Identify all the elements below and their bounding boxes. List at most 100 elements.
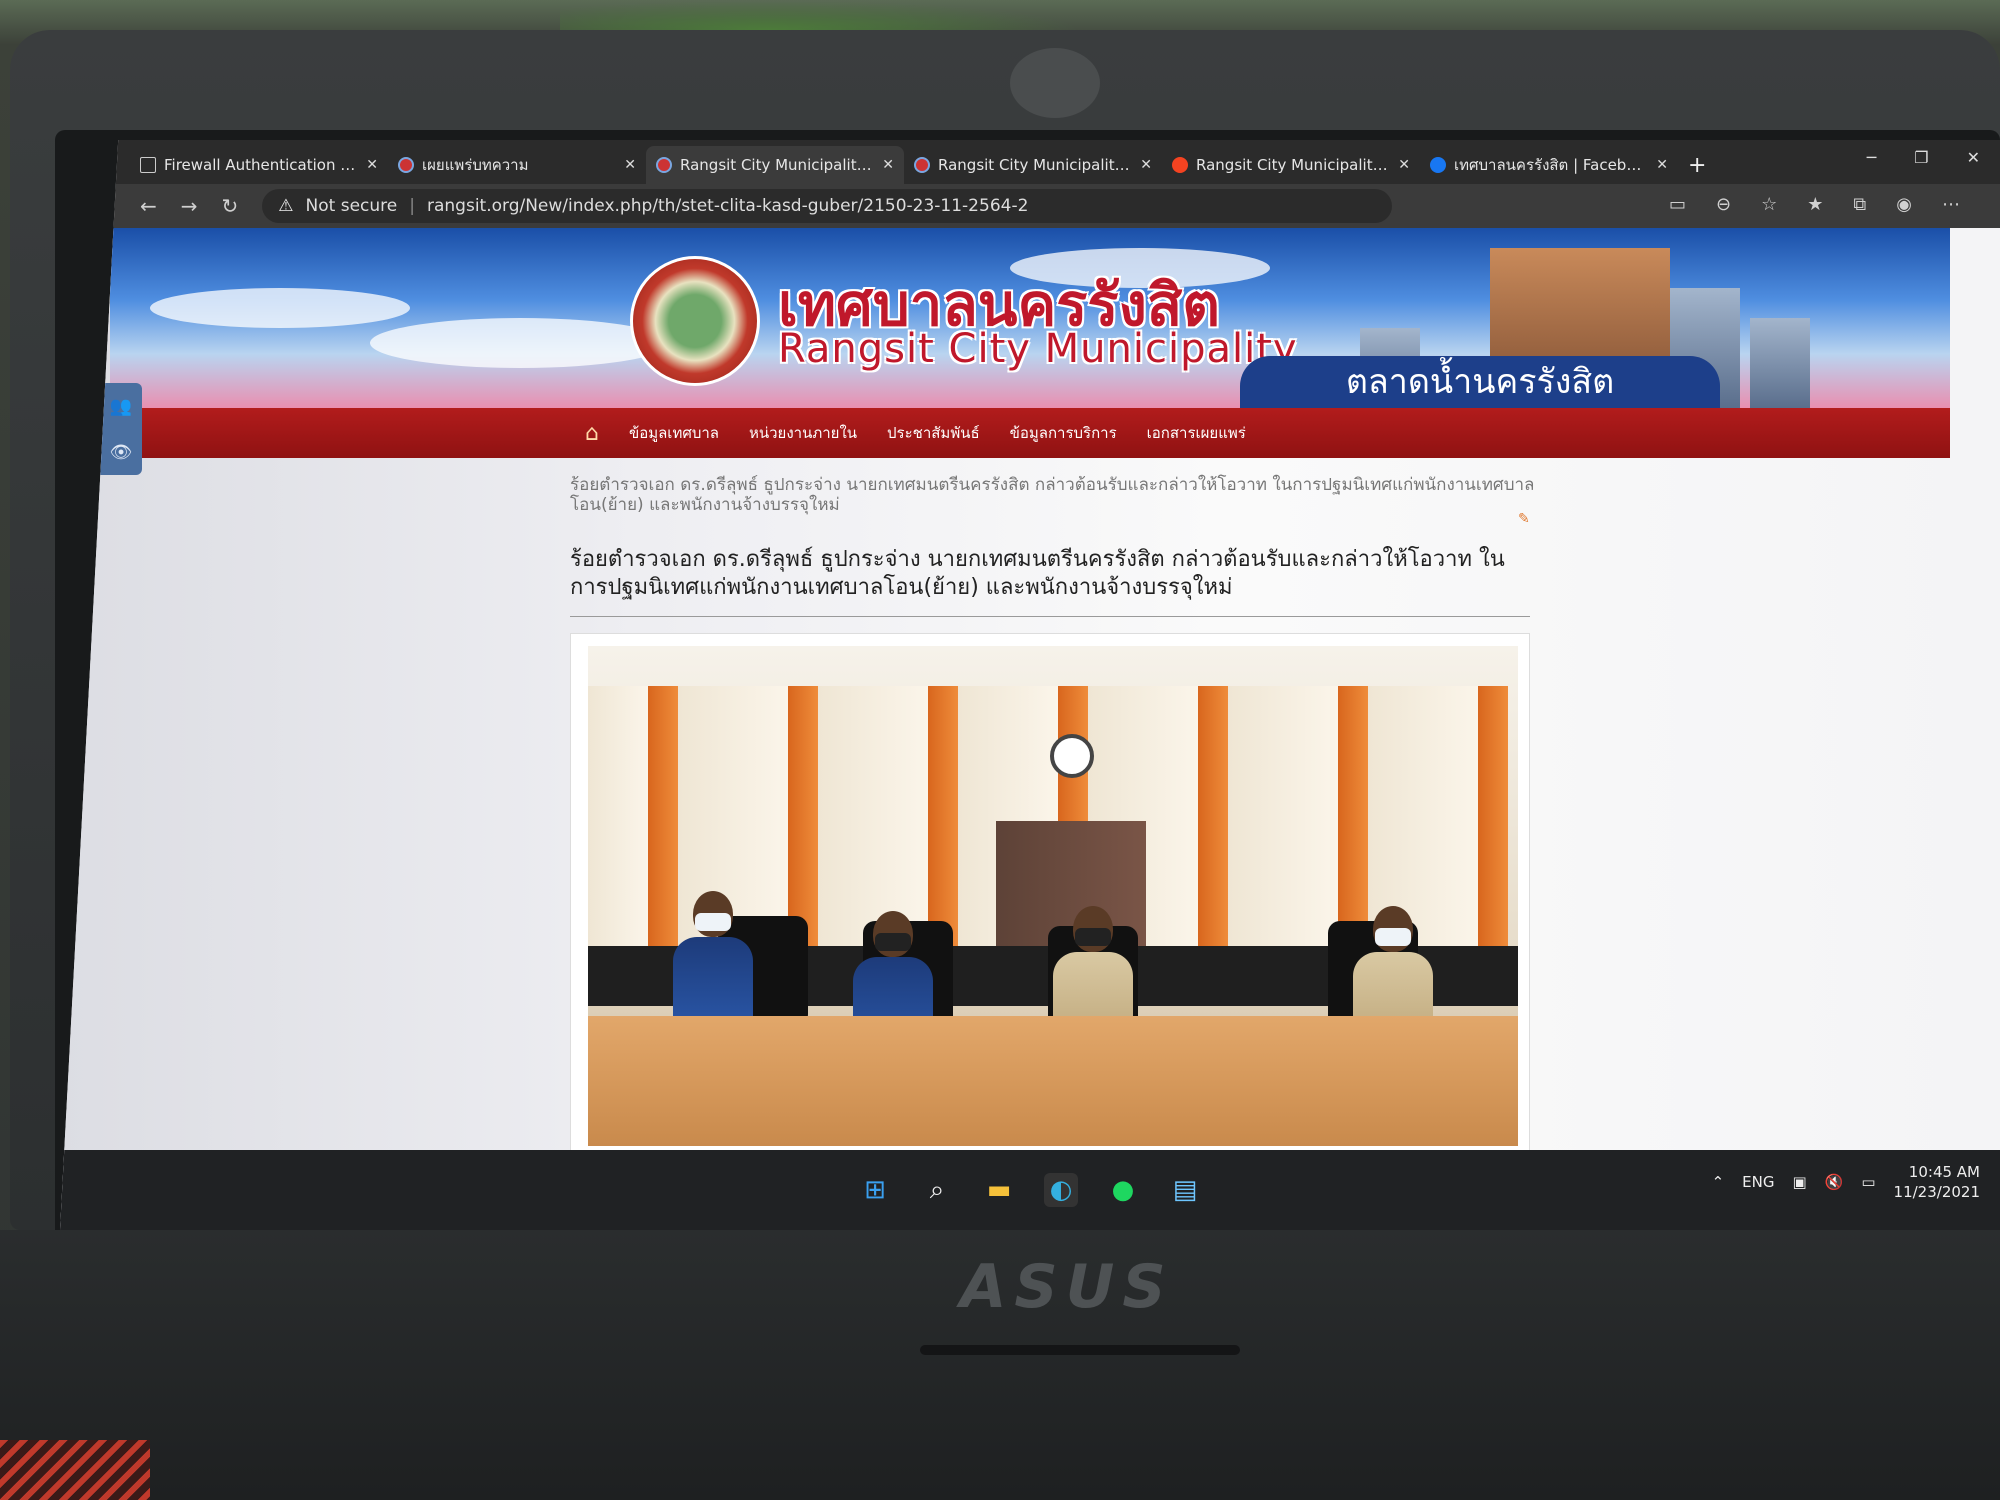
home-icon[interactable]: ⌂	[585, 421, 599, 446]
site-header-banner: เทศบาลนครรังสิต Rangsit City Municipalit…	[110, 228, 1950, 408]
facebook-icon	[1430, 157, 1446, 173]
spotify-icon[interactable]: ●	[1106, 1173, 1140, 1207]
web-page: เทศบาลนครรังสิต Rangsit City Municipalit…	[60, 228, 2000, 1230]
collections-icon[interactable]: ⧉	[1853, 194, 1866, 215]
back-icon[interactable]: ←	[140, 194, 157, 218]
article-photo[interactable]	[588, 646, 1518, 1146]
volume-muted-icon[interactable]: 🔇	[1825, 1173, 1844, 1191]
banner-cloud	[370, 318, 670, 368]
close-tab-icon[interactable]: ✕	[1140, 157, 1152, 173]
system-tray: ⌃ ENG ▣ 🔇 ▭ 10:45 AM 11/23/2021	[1712, 1162, 1980, 1202]
wall-panel	[1228, 686, 1338, 946]
background-plant	[560, 0, 1080, 30]
banner-cloud	[150, 288, 410, 328]
joomla-icon	[1172, 157, 1188, 173]
site-title-english[interactable]: Rangsit City Municipality	[778, 326, 1298, 372]
eye-icon[interactable]: 👁	[110, 442, 133, 463]
wall-pillar	[1198, 686, 1228, 946]
wall-pillar	[928, 686, 958, 946]
reader-mode-icon[interactable]: ▭	[1669, 194, 1686, 215]
tab-title: เทศบาลนครรังสิต | Facebook	[1454, 156, 1649, 174]
laptop-hinge	[920, 1345, 1240, 1355]
security-label[interactable]: Not secure	[306, 196, 398, 216]
nav-item-municipality-info[interactable]: ข้อมูลเทศบาล	[629, 421, 719, 445]
edge-icon[interactable]: ◐	[1044, 1173, 1078, 1207]
more-menu-icon[interactable]: ⋯	[1942, 194, 1960, 215]
brand-logo: ASUS	[960, 1252, 1174, 1322]
site-logo-icon	[656, 157, 672, 173]
restore-icon[interactable]: ❐	[1914, 148, 1928, 167]
tab-title: Rangsit City Municipality - A	[1196, 156, 1391, 174]
browser-tab-bar: Firewall Authentication Kee ✕ เผยแพร่บทค…	[60, 140, 2000, 184]
browser-tab[interactable]: Rangsit City Municipality - A ✕	[1162, 146, 1420, 184]
photo-of-laptop: Firewall Authentication Kee ✕ เผยแพร่บทค…	[0, 0, 2000, 1500]
refresh-icon[interactable]: ↻	[222, 194, 239, 218]
address-bar[interactable]: ⚠ Not secure | rangsit.org/New/index.php…	[262, 189, 1393, 223]
laptop-screen: Firewall Authentication Kee ✕ เผยแพร่บทค…	[60, 140, 2000, 1230]
browser-tool-icons: ▭ ⊖ ☆ ★ ⧉ ◉ ⋯	[1669, 194, 1960, 215]
windows-taskbar: ⊞ ⌕ ▬ ◐ ● ▤	[60, 1150, 2000, 1230]
article-headline: ร้อยตำรวจเอก ดร.ดรีลุพธ์ ธูปกระจ่าง นายก…	[570, 547, 1505, 600]
tab-title: Rangsit City Municipality - ร	[938, 156, 1133, 174]
close-window-icon[interactable]: ✕	[1967, 148, 1980, 167]
battery-icon[interactable]: ▭	[1861, 1173, 1875, 1191]
file-explorer-icon[interactable]: ▬	[982, 1173, 1016, 1207]
floating-market-banner: ตลาดน้ำนครรังสิต	[1240, 356, 1720, 408]
article-breadcrumb: ร้อยตำรวจเอก ดร.ดรีลุพธ์ ธูปกระจ่าง นายก…	[570, 475, 1535, 515]
webcam	[1010, 48, 1100, 118]
close-tab-icon[interactable]: ✕	[1656, 157, 1668, 173]
browser-tab-active[interactable]: Rangsit City Municipality - ร ✕	[646, 146, 904, 184]
favorites-icon[interactable]: ★	[1807, 194, 1823, 215]
url-text[interactable]: rangsit.org/New/index.php/th/stet-clita-…	[427, 196, 1028, 216]
warning-icon[interactable]: ⚠	[278, 196, 293, 216]
date: 11/23/2021	[1893, 1183, 1980, 1201]
time: 10:45 AM	[1908, 1163, 1980, 1181]
separator: |	[409, 196, 415, 216]
close-tab-icon[interactable]: ✕	[882, 157, 894, 173]
search-icon[interactable]: ⌕	[920, 1173, 954, 1207]
close-tab-icon[interactable]: ✕	[1398, 157, 1410, 173]
notepad-icon[interactable]: ▤	[1168, 1173, 1202, 1207]
browser-tab[interactable]: Firewall Authentication Kee ✕	[130, 146, 388, 184]
nav-item-service-info[interactable]: ข้อมูลการบริการ	[1010, 421, 1117, 445]
network-icon[interactable]: ▣	[1792, 1173, 1806, 1191]
site-nav-bar: ⌂ ข้อมูลเทศบาล หน่วยงานภายใน ประชาสัมพัน…	[110, 408, 1950, 458]
tray-clock[interactable]: 10:45 AM 11/23/2021	[1894, 1162, 1980, 1202]
browser-tab[interactable]: เผยแพร่บทความ ✕	[388, 146, 646, 184]
add-favorite-icon[interactable]: ☆	[1761, 194, 1777, 215]
wall-pillar	[1478, 686, 1508, 946]
site-logo-icon	[398, 157, 414, 173]
wall-panel	[588, 686, 648, 946]
keyboard-corner-accent	[0, 1440, 150, 1500]
accessibility-widget[interactable]: 👥 👁	[100, 383, 142, 475]
site-logo-icon	[914, 157, 930, 173]
close-tab-icon[interactable]: ✕	[624, 157, 636, 173]
tab-title: Rangsit City Municipality - ร	[680, 156, 875, 174]
close-tab-icon[interactable]: ✕	[366, 157, 378, 173]
profile-avatar[interactable]: ◉	[1896, 194, 1912, 215]
new-tab-button[interactable]: +	[1688, 153, 1706, 178]
banner-building	[1750, 318, 1810, 408]
forward-icon[interactable]: →	[181, 194, 198, 218]
divider	[570, 616, 1530, 617]
nav-item-public-relations[interactable]: ประชาสัมพันธ์	[887, 421, 980, 445]
nav-item-documents[interactable]: เอกสารเผยแพร่	[1147, 421, 1246, 445]
conference-table	[588, 1016, 1518, 1146]
start-icon[interactable]: ⊞	[858, 1173, 892, 1207]
window-controls: ─ ❐ ✕	[1867, 148, 1980, 167]
browser-tab[interactable]: เทศบาลนครรังสิต | Facebook ✕	[1420, 146, 1678, 184]
wall-clock	[1050, 734, 1094, 778]
zoom-out-icon[interactable]: ⊖	[1716, 194, 1731, 215]
language-indicator[interactable]: ENG	[1742, 1173, 1774, 1191]
tab-title: Firewall Authentication Kee	[164, 156, 359, 174]
edit-icon[interactable]: ✎	[1518, 511, 1530, 527]
minimize-icon[interactable]: ─	[1867, 148, 1877, 167]
users-icon[interactable]: 👥	[110, 396, 132, 417]
chevron-up-icon[interactable]: ⌃	[1712, 1173, 1725, 1191]
file-icon	[140, 157, 156, 173]
municipality-seal[interactable]	[630, 256, 760, 386]
person	[673, 891, 753, 1031]
wall-panel	[818, 686, 928, 946]
browser-tab[interactable]: Rangsit City Municipality - ร ✕	[904, 146, 1162, 184]
nav-item-internal-units[interactable]: หน่วยงานภายใน	[749, 421, 857, 445]
